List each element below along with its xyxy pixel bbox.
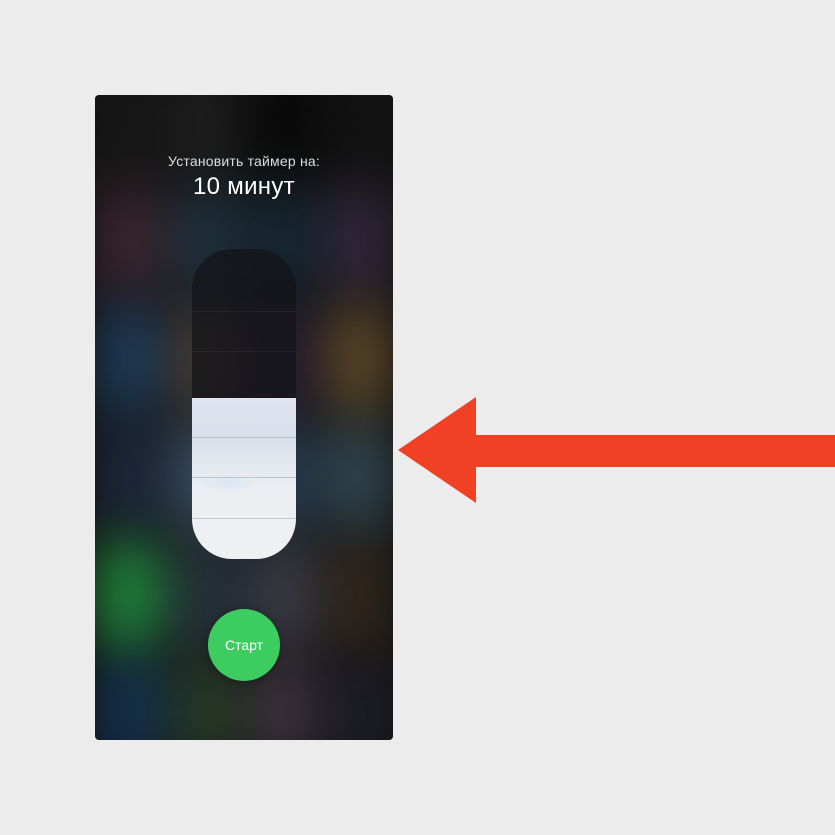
phone-screen: Установить таймер на: 10 минут Старт [95, 95, 393, 740]
timer-value: 10 минут [193, 173, 295, 201]
timer-title-label: Установить таймер на: [168, 153, 320, 169]
timer-overlay-content: Установить таймер на: 10 минут Старт [95, 95, 393, 740]
start-button-label: Старт [225, 637, 263, 653]
arrow-shaft [458, 435, 835, 467]
slider-tick [192, 311, 296, 312]
slider-tick [192, 351, 296, 352]
slider-highlight [202, 477, 254, 489]
timer-slider[interactable] [192, 249, 296, 559]
annotation-arrow [398, 397, 835, 502]
arrow-head-icon [398, 397, 476, 503]
start-button[interactable]: Старт [208, 609, 280, 681]
slider-tick [192, 477, 296, 478]
slider-tick [192, 437, 296, 438]
slider-tick [192, 518, 296, 519]
slider-fill [192, 398, 296, 559]
